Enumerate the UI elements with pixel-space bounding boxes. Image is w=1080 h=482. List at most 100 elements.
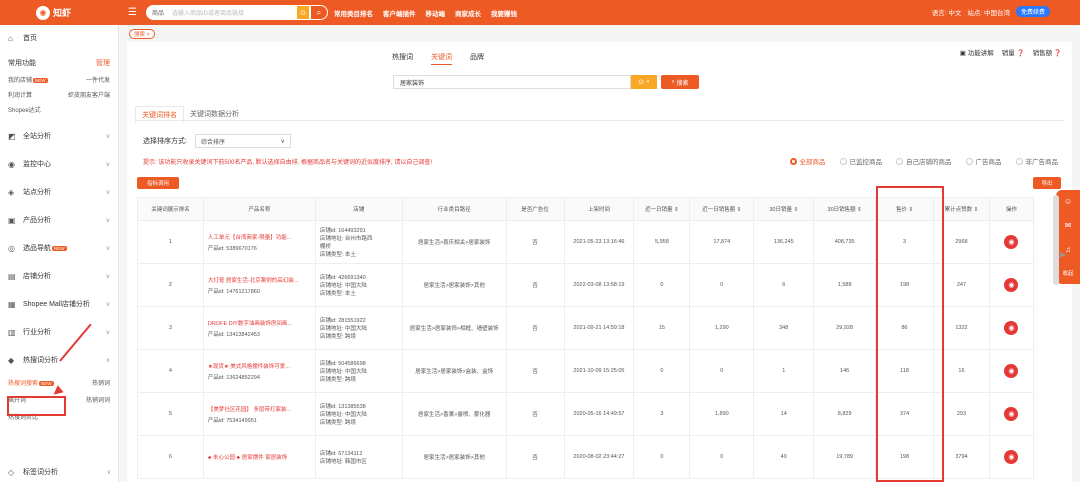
collapse-button[interactable]: 收起 [1062,269,1073,277]
cell-product[interactable]: 【美梦社区花园】 多层带灯家装... 产品id: 7534149951 [202,392,316,436]
chevron-up-icon: ∧ [105,357,110,364]
radio-own-shop[interactable]: 自己店铺的商品 [896,156,952,166]
sidebar-item-home[interactable]: ⌂ 首页 [0,25,118,51]
scrollbar[interactable] [1053,195,1059,285]
nav-item-mobile[interactable]: 移动端 [426,8,446,18]
send-icon[interactable]: ➤ [1058,250,1076,268]
sub-item-hot-sales-words[interactable]: 热销词词 [59,395,110,404]
col-1d-revenue[interactable]: 近一日销售额 ⇕ [689,197,755,221]
search-tag[interactable]: 搜索 × [129,28,155,39]
chevron-down-icon: ∨ [280,138,285,145]
cell-rank: 3 [137,306,204,350]
quick-link-profit-calc[interactable]: 利润计算 [8,90,59,99]
nav-item-earn-money[interactable]: 我要赚钱 [491,8,517,18]
eye-icon[interactable]: ◉ [1004,364,1019,378]
product-name-link[interactable]: 【美梦社区花园】 多层带灯家装... [208,405,308,413]
cell-product[interactable]: 大灯笼 居家生活-北京案例的高幻装... 产品id: 14761217860 [202,263,316,307]
sort-select[interactable]: 综合排序 ∨ [194,134,291,148]
product-name-link[interactable]: ★现货★ 美式风格摆件装饰可爱... [208,362,308,370]
sidebar-item-selection[interactable]: ◎ 选品导航 NEW ∨ [0,234,118,262]
col-30d-revenue[interactable]: 30日销售额 ⇕ [813,197,877,221]
quick-link-client[interactable]: 虾皮朋友客户端 [59,90,110,99]
tab-hot-words[interactable]: 热搜词 [392,52,413,65]
search-button[interactable]: ⌕ [310,5,328,20]
search-icon: ⌕ [316,7,322,17]
cell-date: 2020-05-16 14:49:57 [563,392,635,436]
product-name-link[interactable]: ♣ 未心公园 ♣ 居家摆件 家居装饰 [208,453,308,461]
sidebar-item-tag-words[interactable]: ◇ 标签词分析 ∨ [0,458,119,482]
cell-product[interactable]: 人工单元【台湾商家-限量】功能... 产品id: 5389670176 [202,220,316,264]
wechat-icon[interactable]: ✉ [1065,221,1072,230]
nav-item-client-plugin[interactable]: 客户端插件 [383,8,416,18]
keyword-input[interactable]: 居家装饰 [393,75,631,89]
cell-1d-sales: 0 [633,349,691,393]
sidebar-item-industry[interactable]: ▥ 行业分析 ∨ [0,318,118,346]
product-name-link[interactable]: 人工单元【台湾商家-限量】功能... [208,233,308,241]
sidebar-item-site[interactable]: ◈ 站点分析 ∨ [0,178,118,206]
tab-keywords[interactable]: 关键词 [431,52,452,65]
eye-icon[interactable]: ◉ [1004,235,1019,249]
chevron-down-icon: ∨ [105,301,110,308]
quick-link-my-shop[interactable]: 我的店铺 NEW [8,75,59,84]
coin-selector[interactable]: ⊙ ∨ [631,75,657,89]
product-id: 产品id: 7534149951 [207,417,257,424]
func-explain-link[interactable]: ▣ 功能讲解 [960,47,994,57]
quick-link-shopee[interactable]: Shopee达式 [8,105,59,114]
col-1d-sales[interactable]: 近一日销量 ⇕ [633,197,691,221]
export-button[interactable]: 导出 [1033,177,1061,189]
col-rank[interactable]: 关键词展示排名 [137,197,204,221]
radio-monitored[interactable]: 已监控商品 [839,156,882,166]
mall-icon: ▦ [8,299,16,309]
cell-date: 2021-05-23 13:16:46 [563,220,635,264]
cell-30d-sales: 49 [753,435,815,479]
func-revenue-link[interactable]: 销售额 ❓ [1033,47,1062,57]
col-date[interactable]: 上架时间 [563,197,635,221]
menu-icon[interactable]: ☰ [128,7,142,18]
cell-product[interactable]: ★现货★ 美式风格摆件装饰可爱... 产品id: 13624852294 [202,349,316,393]
sub-item-hot-sales[interactable]: 热销词 [59,378,110,387]
sidebar-item-site-wide[interactable]: ◩ 全站分析 ∨ [0,122,118,150]
logo[interactable]: ◉ 知虾 [0,5,80,20]
cell-product[interactable]: ♣ 未心公园 ♣ 居家摆件 家居装饰 [202,435,316,479]
cell-category: 居家生活>居家装饰>其他 [401,435,507,479]
add-metric-button[interactable]: 指标调用 [137,177,179,189]
search-category[interactable]: 商品 [152,8,164,17]
sidebar-item-product[interactable]: ▣ 产品分析 ∨ [0,206,118,234]
sidebar-item-shop[interactable]: ▤ 店铺分析 ∨ [0,262,118,290]
global-search-input[interactable]: 商品 选输入商品ID或者商品链接 [146,5,296,20]
cell-30d-revenue: 408,735 [813,220,877,264]
product-name-link[interactable]: DROFE DIY数字油画装饰房间画... [208,319,308,327]
cell-1d-sales: 0 [633,263,691,307]
service-icon[interactable]: ☺ [1064,197,1072,206]
func-sales-link[interactable]: 销量 ❓ [1002,47,1025,57]
site-selector[interactable]: 站点: 中国台湾 [967,7,1010,17]
nav-item-category-rank[interactable]: 常用类目排名 [334,8,373,18]
eye-icon[interactable]: ◉ [1004,278,1019,292]
nav-item-merchant-growth[interactable]: 商家成长 [455,8,481,18]
coin-icon[interactable]: ⊙ [296,5,310,20]
tab-brand[interactable]: 品牌 [470,52,484,65]
sidebar-item-mall[interactable]: ▦ Shopee Mall店铺分析 ∨ [0,290,118,318]
cell-1d-revenue: 17,874 [689,220,755,264]
radio-non-ad[interactable]: 非广告商品 [1015,156,1058,166]
keyword-search-button[interactable]: ⌕ 搜索 [661,75,699,89]
cell-30d-sales: 6 [753,263,815,307]
chevron-down-icon: ∨ [105,329,110,336]
radio-ad-products[interactable]: 广告商品 [965,156,1002,166]
quick-link-dropship[interactable]: 一件代发 [59,75,110,84]
eye-icon[interactable]: ◉ [1004,450,1019,464]
cell-product[interactable]: DROFE DIY数字油画装饰房间画... 产品id: 13413842453 [202,306,316,350]
manage-link[interactable]: 管理 [96,58,110,68]
eye-icon[interactable]: ◉ [1004,407,1019,421]
radio-all-products[interactable]: 全部商品 [789,156,826,166]
compass-icon: ◎ [8,243,15,253]
language-selector[interactable]: 语言: 中文 [932,7,962,17]
cell-1d-revenue: 0 [689,263,755,307]
vip-button[interactable]: 免费续费 [1015,6,1050,17]
eye-icon[interactable]: ◉ [1004,321,1019,335]
sidebar-item-monitor[interactable]: ◉ 监控中心 ∨ [0,150,118,178]
common-functions-header: 常用功能 管理 [0,51,118,75]
product-name-link[interactable]: 大灯笼 居家生活-北京案例的高幻装... [208,276,308,284]
col-30d-sales[interactable]: 30日销量 ⇕ [753,197,815,221]
cell-category: 居家生活>居家装饰>相框、墙壁装饰 [401,306,507,350]
